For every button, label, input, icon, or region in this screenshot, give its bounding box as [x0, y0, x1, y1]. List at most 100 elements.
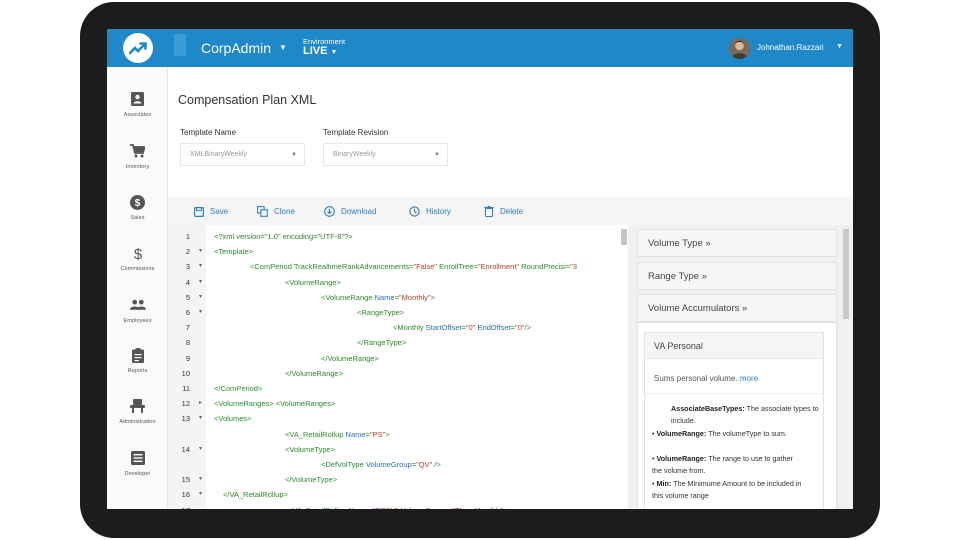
code-line[interactable]: 17 <VA_RetailRollup Name="PS3M" VolumeRan… [168, 503, 628, 509]
page-title: Compensation Plan XML [178, 93, 317, 107]
code-line[interactable]: 5 ▾ <VolumeRange Name="Monthly"> [168, 290, 628, 305]
xml-token: <VA_RetailRollup [285, 429, 346, 439]
template-revision-select[interactable]: BinaryWeekly ▼ [323, 143, 448, 166]
sidebar-item-sales[interactable]: $ Sales [107, 194, 168, 221]
xml-token: EnrollTree [437, 262, 474, 272]
app-name[interactable]: CorpAdmin [201, 40, 271, 56]
volume-accumulators-section[interactable]: Volume Accumulators » [637, 294, 837, 322]
line-number: 15 [181, 475, 190, 485]
user-name[interactable]: Johnathan.Razzari [757, 43, 824, 52]
template-revision-label: Template Revision [323, 128, 389, 137]
sidebar-item-commissions[interactable]: $ Commissions [107, 245, 168, 273]
clone-button[interactable]: Clone [257, 206, 295, 217]
code-line[interactable]: 1 <?xml version="1.0" encoding="UTF-8"?> [168, 229, 628, 244]
template-name-select[interactable]: XMLBinaryWeekly ▼ [180, 143, 305, 166]
sidebar-item-reports[interactable]: Reports [107, 347, 168, 374]
xml-token: StartOffset [425, 323, 462, 333]
code-line[interactable]: 2 ▾ <Template> [168, 244, 628, 259]
volume-type-label: Volume Type » [648, 238, 711, 249]
code-line[interactable]: 16 ▾ </VA_RetailRollup> [168, 487, 628, 502]
code-text: </ComPeriod> [214, 381, 262, 396]
download-label: Download [341, 207, 377, 216]
va-param-name: AssociateBaseTypes: [671, 404, 745, 413]
dollar-icon: $ [130, 245, 146, 261]
save-label: Save [210, 207, 229, 216]
main-content: Compensation Plan XML Template Name XMLB… [168, 67, 853, 509]
panel-scrollbar[interactable] [843, 229, 849, 319]
code-line[interactable]: 10 </VolumeRange> [168, 366, 628, 381]
sidebar-item-inventory[interactable]: Inventory [107, 143, 168, 170]
editor-scrollbar[interactable] [621, 229, 627, 245]
xml-token: "QV" [416, 460, 433, 469]
fold-toggle-icon[interactable]: ▾ [199, 472, 202, 487]
sidebar-item-associates[interactable]: Associates [107, 91, 168, 118]
delete-button[interactable]: Delete [483, 206, 523, 217]
save-button[interactable]: Save [193, 206, 228, 217]
sidebar-item-employees[interactable]: Employees [107, 297, 168, 324]
line-number: 4 [185, 277, 190, 287]
code-line[interactable]: 12 ▸ <VolumeRanges> <VolumeRanges> [168, 396, 628, 411]
line-number: 6 [185, 308, 190, 317]
clone-icon [257, 206, 268, 217]
va-param-item: AssociateBaseTypes: The associate types … [671, 403, 821, 427]
template-name-label: Template Name [180, 128, 237, 137]
va-personal-card: VA Personal Sums personal volume. more A… [644, 332, 824, 509]
logo[interactable] [107, 29, 168, 67]
chevron-down-icon: ▼ [434, 152, 440, 158]
chevron-down-icon: ▼ [330, 49, 338, 56]
fold-toggle-icon[interactable]: ▾ [199, 244, 202, 259]
chevron-down-icon[interactable]: ▼ [279, 43, 287, 52]
range-type-section[interactable]: Range Type » [637, 262, 837, 290]
fold-toggle-icon[interactable]: ▾ [199, 290, 202, 305]
xml-token: > [385, 429, 390, 439]
sidebar-item-developer[interactable]: Developer [107, 450, 168, 477]
sidebar-item-label: Reports [127, 368, 148, 374]
va-param-item: • Min: The Minimume Amount to be include… [652, 478, 802, 502]
bullet: • [652, 454, 655, 463]
code-line[interactable]: <VA_RetailRollup Name="PS"> [168, 427, 628, 442]
chevron-down-icon[interactable]: ▼ [836, 43, 843, 50]
code-line[interactable]: <DefVolType VolumeGroup="QV" /> [168, 457, 628, 472]
app-switcher-icon[interactable] [174, 34, 186, 56]
fold-toggle-icon[interactable]: ▾ [199, 275, 202, 290]
fold-toggle-icon[interactable]: ▾ [199, 259, 202, 274]
xml-token: "Enrollment" [477, 262, 520, 272]
va-personal-title[interactable]: VA Personal [645, 333, 823, 359]
fold-toggle-icon[interactable]: ▾ [199, 442, 202, 457]
va-personal-description: Sums personal volume. more [654, 374, 758, 383]
xml-token: /> [524, 323, 532, 333]
code-line[interactable]: 7 <Monthly StartOffset="0" EndOffset="0"/… [168, 320, 628, 335]
code-line[interactable]: 15 ▾ </VolumeType> [168, 472, 628, 487]
download-button[interactable]: Download [324, 206, 377, 217]
xml-token: <RangeType> [357, 308, 405, 317]
history-button[interactable]: History [409, 206, 451, 217]
sidebar-item-administration[interactable]: Administration [107, 398, 168, 425]
fold-toggle-icon[interactable]: ▸ [199, 396, 202, 411]
avatar[interactable] [729, 38, 750, 59]
fold-toggle-icon[interactable]: ▾ [199, 305, 202, 320]
environment-selector[interactable]: LIVE ▼ [303, 45, 337, 57]
xml-editor[interactable]: 1 <?xml version="1.0" encoding="UTF-8"?> 2… [168, 225, 628, 509]
line-number: 14 [181, 444, 190, 454]
code-line[interactable]: 6 ▾ <RangeType> [168, 305, 628, 320]
bullet: • [652, 429, 655, 438]
xml-token: "PS3M" [373, 506, 399, 509]
history-label: History [426, 207, 451, 216]
code-line[interactable]: 14 ▾ <VolumeType> [168, 442, 628, 457]
reference-panel: Volume Type » Range Type » Volume Accumu… [628, 225, 853, 509]
sidebar-item-label: Inventory [125, 164, 150, 170]
code-line[interactable]: 13 ▾ <Volumes> [168, 411, 628, 426]
code-line[interactable]: 4 ▾ <VolumeRange> [168, 275, 628, 290]
volume-type-section[interactable]: Volume Type » [637, 229, 837, 257]
code-text: <?xml version="1.0" encoding="UTF-8"?> [214, 229, 353, 244]
xml-token: <VolumeRanges> <VolumeRanges> [214, 399, 336, 409]
fold-toggle-icon[interactable]: ▾ [199, 411, 202, 426]
code-line[interactable]: 9 </VolumeRange> [168, 351, 628, 366]
code-line[interactable]: 11 </ComPeriod> [168, 381, 628, 396]
xml-token: EndOffset [477, 323, 511, 333]
code-line[interactable]: 3 ▾ <ComPeriod TrackRealtimeRankAdvancemen… [168, 259, 628, 274]
line-number: 1 [185, 232, 190, 241]
fold-toggle-icon[interactable]: ▾ [199, 487, 202, 502]
more-link[interactable]: more [740, 374, 758, 383]
code-line[interactable]: 8 </RangeType> [168, 335, 628, 350]
